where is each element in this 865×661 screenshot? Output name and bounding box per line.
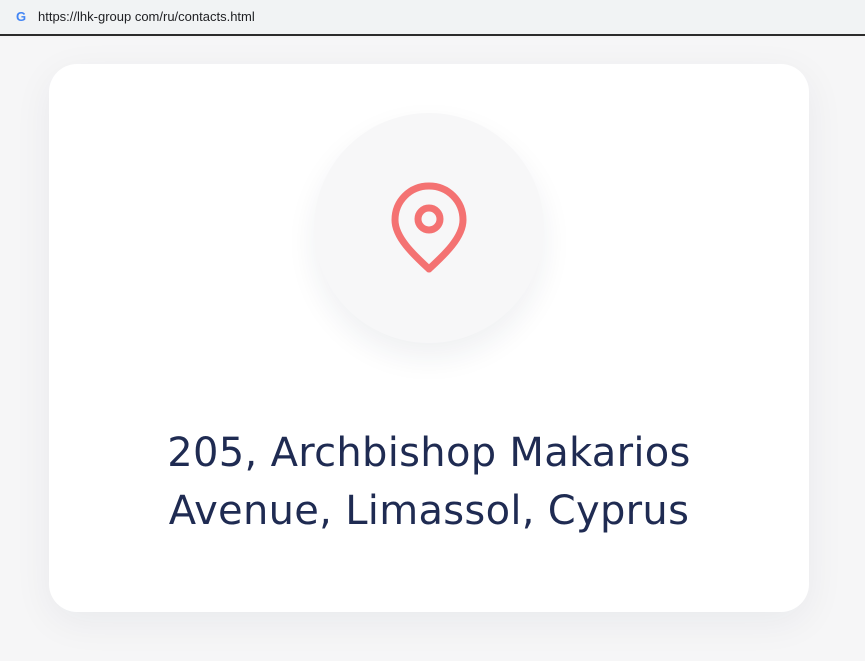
contact-address: 205, Archbishop Makarios Avenue, Limasso… bbox=[89, 424, 769, 540]
page-content: 205, Archbishop Makarios Avenue, Limasso… bbox=[0, 38, 865, 661]
browser-address-bar: G https://lhk-group com/ru/contacts.html bbox=[0, 0, 865, 36]
map-pin-icon bbox=[391, 182, 467, 273]
icon-circle bbox=[314, 113, 544, 343]
contact-card: 205, Archbishop Makarios Avenue, Limasso… bbox=[49, 64, 809, 612]
address-line-2: Avenue, Limassol, Cyprus bbox=[168, 488, 690, 534]
url-text[interactable]: https://lhk-group com/ru/contacts.html bbox=[38, 9, 255, 25]
address-line-1: 205, Archbishop Makarios bbox=[167, 430, 691, 476]
google-g-icon: G bbox=[16, 9, 27, 24]
url-field[interactable]: G https://lhk-group com/ru/contacts.html bbox=[6, 4, 861, 30]
